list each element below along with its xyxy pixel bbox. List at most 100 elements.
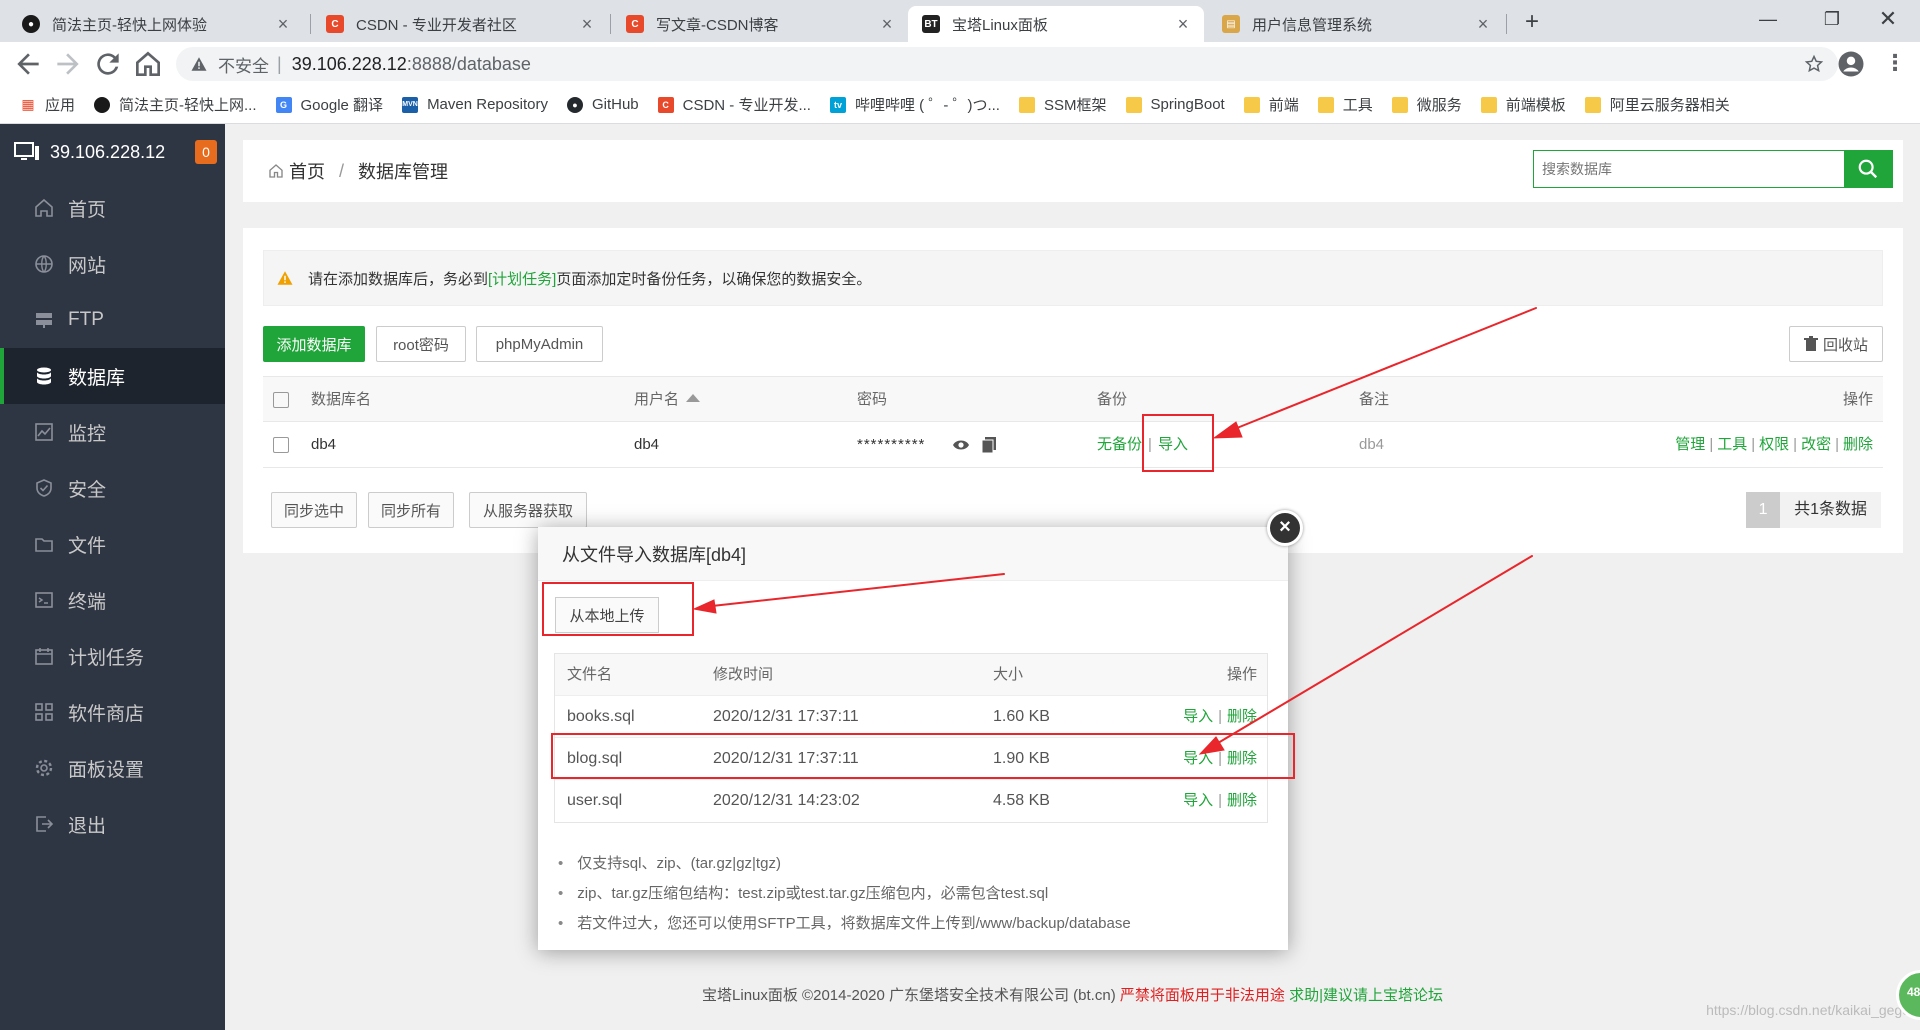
sidebar-item-label: 终端 bbox=[68, 591, 107, 613]
manage-link[interactable]: 管理 bbox=[1675, 436, 1705, 453]
phpmyadmin-button[interactable]: phpMyAdmin bbox=[476, 326, 603, 362]
select-all-checkbox[interactable] bbox=[273, 392, 289, 408]
file-row: books.sql 2020/12/31 17:37:11 1.60 KB 导入 | 删除 bbox=[555, 696, 1267, 738]
bookmark-folder[interactable]: 前端模板 bbox=[1480, 94, 1566, 115]
backup-notice: 请在添加数据库后，务必到 [计划任务] 页面添加定时备份任务，以确保您的数据安全。 bbox=[263, 250, 1883, 306]
fetch-from-server-button[interactable]: 从服务器获取 bbox=[469, 492, 587, 528]
sidebar-item-11[interactable]: 退出 bbox=[0, 796, 225, 852]
bookmark-folder[interactable]: 阿里云服务器相关 bbox=[1584, 94, 1730, 115]
sidebar-item-9[interactable]: 软件商店 bbox=[0, 684, 225, 740]
bookmark-folder[interactable]: 前端 bbox=[1243, 94, 1299, 115]
root-password-button[interactable]: root密码 bbox=[376, 326, 466, 362]
row-checkbox[interactable] bbox=[273, 437, 289, 453]
delete-link[interactable]: 删除 bbox=[1227, 708, 1257, 725]
col-user[interactable]: 用户名 bbox=[634, 377, 679, 423]
address-bar[interactable]: 不安全 | 39.106.228.12:8888/database bbox=[176, 47, 1838, 81]
sidebar-item-5[interactable]: 安全 bbox=[0, 460, 225, 516]
sidebar-item-4[interactable]: 监控 bbox=[0, 404, 225, 460]
bookmark-item[interactable]: MVN Maven Repository bbox=[402, 96, 548, 113]
sidebar-item-3[interactable]: 数据库 bbox=[0, 348, 225, 404]
minimize-icon[interactable]: — bbox=[1752, 4, 1784, 34]
bookmark-item[interactable]: ● GitHub bbox=[566, 96, 639, 113]
tab-divider bbox=[310, 14, 311, 34]
bookmark-item[interactable]: 简法主页-轻快上网... bbox=[94, 94, 257, 115]
copy-icon[interactable] bbox=[982, 437, 996, 453]
bilibili-icon: tv bbox=[829, 96, 846, 113]
file-table-header: 文件名 修改时间 大小 操作 bbox=[555, 654, 1267, 696]
bookmark-item[interactable]: C CSDN - 专业开发... bbox=[657, 94, 811, 115]
browser-menu-icon[interactable]: ⋮ bbox=[1880, 49, 1910, 79]
database-icon bbox=[34, 366, 54, 386]
reload-icon[interactable] bbox=[92, 48, 124, 80]
window-close-icon[interactable]: ✕ bbox=[1872, 4, 1904, 34]
search-input[interactable] bbox=[1534, 151, 1844, 187]
bookmark-item[interactable]: tv 哔哩哔哩 ( ゜- ゜)つ... bbox=[829, 94, 1000, 115]
shield-icon bbox=[34, 478, 54, 498]
bookmark-item[interactable]: G Google 翻译 bbox=[275, 94, 384, 115]
search-box bbox=[1533, 150, 1893, 188]
backup-status[interactable]: 无备份 bbox=[1097, 422, 1142, 468]
sync-selected-button[interactable]: 同步选中 bbox=[271, 492, 357, 528]
add-database-button[interactable]: 添加数据库 bbox=[263, 326, 365, 362]
search-icon bbox=[1857, 158, 1879, 180]
breadcrumb-home[interactable]: 首页 bbox=[289, 158, 325, 184]
close-icon[interactable]: × bbox=[1474, 15, 1492, 33]
bookmark-star-icon[interactable] bbox=[1804, 54, 1824, 74]
sort-asc-icon[interactable] bbox=[686, 394, 700, 402]
pagination: 1 共1条数据 bbox=[1746, 492, 1881, 528]
browser-tab[interactable]: ● 简法主页-轻快上网体验 × bbox=[8, 6, 304, 42]
import-link[interactable]: 导入 bbox=[1183, 792, 1213, 809]
apps-grid-icon: ▦ bbox=[21, 96, 35, 112]
close-icon[interactable]: × bbox=[1267, 510, 1303, 546]
profile-avatar-icon[interactable] bbox=[1836, 49, 1866, 79]
cron-task-link[interactable]: [计划任务] bbox=[488, 268, 556, 289]
import-link[interactable]: 导入 bbox=[1183, 708, 1213, 725]
db-note: db4 bbox=[1359, 436, 1385, 453]
close-icon[interactable]: × bbox=[1174, 15, 1192, 33]
close-icon[interactable]: × bbox=[274, 15, 292, 33]
bookmark-folder[interactable]: 工具 bbox=[1317, 94, 1373, 115]
back-icon[interactable] bbox=[12, 48, 44, 80]
message-badge[interactable]: 0 bbox=[195, 140, 217, 164]
browser-tab[interactable]: ▤ 用户信息管理系统 × bbox=[1208, 6, 1504, 42]
home-icon[interactable] bbox=[132, 48, 164, 80]
forum-link[interactable]: 求助|建议请上宝塔论坛 bbox=[1289, 987, 1443, 1004]
bookmark-label: Google 翻译 bbox=[300, 97, 384, 114]
search-button[interactable] bbox=[1844, 151, 1892, 187]
server-info[interactable]: 39.106.228.12 0 bbox=[0, 124, 225, 180]
new-tab-button[interactable]: + bbox=[1518, 9, 1546, 37]
sidebar-item-6[interactable]: 文件 bbox=[0, 516, 225, 572]
recycle-bin-button[interactable]: 回收站 bbox=[1789, 326, 1883, 362]
sidebar-item-1[interactable]: 网站 bbox=[0, 236, 225, 292]
bookmark-folder[interactable]: SSM框架 bbox=[1018, 94, 1107, 115]
bookmark-label: 微服务 bbox=[1416, 97, 1462, 114]
home-icon[interactable] bbox=[267, 162, 285, 180]
restore-icon[interactable]: ❐ bbox=[1816, 4, 1848, 34]
bookmark-apps[interactable]: ▦ 应用 bbox=[20, 94, 75, 115]
db-password: ********** bbox=[857, 436, 926, 453]
browser-tab[interactable]: C CSDN - 专业开发者社区 × bbox=[312, 6, 608, 42]
forward-icon[interactable] bbox=[52, 48, 84, 80]
permission-link[interactable]: 权限 bbox=[1759, 436, 1789, 453]
sidebar-item-8[interactable]: 计划任务 bbox=[0, 628, 225, 684]
page-number[interactable]: 1 bbox=[1746, 492, 1781, 528]
terminal-icon bbox=[34, 590, 54, 610]
tools-link[interactable]: 工具 bbox=[1717, 436, 1747, 453]
close-icon[interactable]: × bbox=[578, 15, 596, 33]
sidebar-item-2[interactable]: FTP bbox=[0, 292, 225, 348]
bookmark-folder[interactable]: SpringBoot bbox=[1125, 96, 1225, 113]
delete-link[interactable]: 删除 bbox=[1227, 792, 1257, 809]
insecure-label: 不安全 bbox=[218, 56, 269, 76]
sidebar-item-0[interactable]: 首页 bbox=[0, 180, 225, 236]
sync-all-button[interactable]: 同步所有 bbox=[368, 492, 454, 528]
browser-tab[interactable]: C 写文章-CSDN博客 × bbox=[612, 6, 908, 42]
change-password-link[interactable]: 改密 bbox=[1801, 436, 1831, 453]
close-icon[interactable]: × bbox=[878, 15, 896, 33]
sidebar-item-10[interactable]: 面板设置 bbox=[0, 740, 225, 796]
sidebar-item-7[interactable]: 终端 bbox=[0, 572, 225, 628]
breadcrumb-current: 数据库管理 bbox=[358, 162, 449, 182]
delete-link[interactable]: 删除 bbox=[1843, 436, 1873, 453]
bookmark-folder[interactable]: 微服务 bbox=[1391, 94, 1462, 115]
eye-icon[interactable] bbox=[953, 438, 969, 452]
browser-tab-active[interactable]: BT 宝塔Linux面板 × bbox=[908, 6, 1204, 42]
